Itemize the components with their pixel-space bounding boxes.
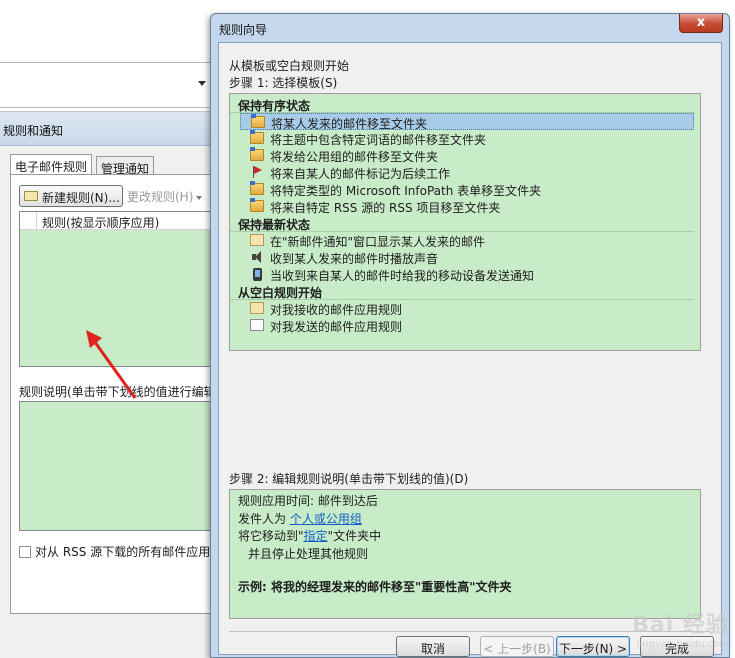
template-item-label: 当收到来自某人的邮件时给我的移动设备发送通知 — [270, 269, 535, 283]
background-dropdown[interactable] — [0, 62, 210, 108]
background-window-top — [0, 0, 215, 112]
desc-text: 发件人为 — [238, 511, 290, 526]
flag-icon — [250, 166, 264, 178]
watermark-text: Bai 经验 — [632, 613, 729, 638]
desc-text: 将它移动到" — [238, 529, 304, 543]
folder-move-icon — [250, 130, 264, 144]
template-item-play-sound[interactable]: 收到某人发来的邮件时播放声音 — [230, 249, 700, 266]
mail-icon — [250, 302, 264, 314]
cancel-button[interactable]: 取消 — [396, 636, 470, 657]
tab-manage-alerts[interactable]: 管理通知 — [96, 156, 155, 176]
template-item-label: 收到某人发来的邮件时播放声音 — [270, 252, 439, 266]
template-item-move-public-group[interactable]: 将发给公用组的邮件移至文件夹 — [230, 147, 700, 164]
template-item-move-subject-words[interactable]: 将主题中包含特定词语的邮件移至文件夹 — [230, 130, 700, 147]
folder-move-icon — [251, 114, 265, 128]
desc-text: "文件夹中 — [327, 529, 382, 543]
template-item-blank-received[interactable]: 对我接收的邮件应用规则 — [230, 300, 700, 317]
template-item-label: 将来自某人的邮件标记为后续工作 — [270, 167, 451, 181]
desc-line-move: 将它移动到"指定"文件夹中 — [238, 528, 700, 546]
speaker-icon — [250, 251, 264, 263]
close-icon: x — [696, 15, 706, 30]
back-button[interactable]: < 上一步(B) — [480, 636, 554, 657]
rules-column-header[interactable]: 规则(按显示顺序应用) — [20, 212, 216, 230]
template-item-mobile-notify[interactable]: 当收到来自某人的邮件时给我的移动设备发送通知 — [230, 266, 700, 283]
new-rule-label: 新建规则(N)... — [42, 191, 120, 205]
template-item-label: 将来自特定 RSS 源的 RSS 项目移至文件夹 — [270, 201, 501, 215]
desc-example: 示例: 将我的经理发来的邮件移至"重要性高"文件夹 — [238, 580, 512, 594]
mobile-phone-icon — [253, 268, 262, 281]
rule-description-panel: 规则应用时间: 邮件到达后 发件人为 个人或公用组 将它移动到"指定"文件夹中 … — [229, 489, 701, 619]
rss-apply-label: 对从 RSS 源下载的所有邮件应用 — [35, 545, 211, 559]
chevron-down-icon — [196, 195, 203, 200]
template-item-move-from-sender[interactable]: 将某人发来的邮件移至文件夹 — [240, 113, 694, 131]
step1-label: 步骤 1: 选择模板(S) — [229, 76, 338, 90]
template-list[interactable]: 保持有序状态 将某人发来的邮件移至文件夹 将主题中包含特定词语的邮件移至文件夹 … — [229, 93, 701, 351]
new-rule-button[interactable]: 新建规则(N)... — [19, 185, 123, 207]
template-item-label: 将某人发来的邮件移至文件夹 — [271, 117, 428, 131]
rule-description-box — [19, 401, 216, 531]
envelope-icon — [250, 319, 264, 331]
template-item-label: 将发给公用组的邮件移至文件夹 — [270, 150, 439, 164]
template-item-move-infopath[interactable]: 将特定类型的 Microsoft InfoPath 表单移至文件夹 — [230, 181, 700, 198]
baidu-watermark: Bai 经验 jingyan.baidu.com — [632, 607, 729, 650]
folder-move-icon — [250, 181, 264, 195]
mail-alert-icon — [250, 234, 264, 246]
template-item-blank-sent[interactable]: 对我发送的邮件应用规则 — [230, 317, 700, 334]
desc-line-when: 规则应用时间: 邮件到达后 — [238, 494, 378, 508]
tab-email-rules[interactable]: 电子邮件规则 — [10, 154, 93, 175]
template-item-new-mail-alert[interactable]: 在"新邮件通知"窗口显示某人发来的邮件 — [230, 232, 700, 249]
specified-folder-link[interactable]: 指定 — [304, 529, 328, 543]
change-rule-button[interactable]: 更改规则(H) — [127, 188, 203, 205]
change-rule-label: 更改规则(H) — [127, 190, 194, 204]
close-button[interactable]: x — [679, 14, 723, 33]
wizard-intro: 从模板或空白规则开始 — [229, 59, 350, 73]
wizard-client-area: 从模板或空白规则开始 步骤 1: 选择模板(S) 保持有序状态 将某人发来的邮件… — [218, 42, 722, 657]
template-group-header: 保持有序状态 — [230, 96, 694, 113]
template-item-flag-follow-up[interactable]: 将来自某人的邮件标记为后续工作 — [230, 164, 700, 181]
desc-line-sender: 发件人为 个人或公用组 — [238, 511, 700, 529]
rss-apply-checkbox[interactable] — [19, 546, 31, 558]
template-item-label: 将主题中包含特定词语的邮件移至文件夹 — [270, 133, 487, 147]
step2-label: 步骤 2: 编辑规则说明(单击带下划线的值)(D) — [229, 472, 469, 486]
folder-move-icon — [250, 198, 264, 212]
new-rule-icon — [24, 191, 38, 201]
people-or-group-link[interactable]: 个人或公用组 — [290, 512, 362, 526]
template-item-label: 对我接收的邮件应用规则 — [270, 303, 403, 317]
template-item-move-rss[interactable]: 将来自特定 RSS 源的 RSS 项目移至文件夹 — [230, 198, 700, 215]
folder-move-icon — [250, 147, 264, 161]
next-button[interactable]: 下一步(N) > — [556, 636, 630, 657]
template-group-header: 保持最新状态 — [230, 215, 694, 232]
desc-line-stop: 并且停止处理其他规则 — [248, 546, 369, 561]
rules-and-alerts-window: 规则和通知 电子邮件规则 管理通知 新建规则(N)... 更改规则(H) 规则(… — [0, 112, 216, 658]
watermark-subtext: jingyan.baidu.com — [636, 639, 729, 650]
template-item-label: 在"新邮件通知"窗口显示某人发来的邮件 — [270, 235, 486, 249]
wizard-title: 规则向导 — [219, 23, 268, 37]
template-item-label: 对我发送的邮件应用规则 — [270, 320, 403, 334]
red-arrow-annotation-icon — [86, 330, 137, 399]
rules-wizard-dialog: 规则向导 x 从模板或空白规则开始 步骤 1: 选择模板(S) 保持有序状态 将… — [210, 13, 730, 658]
rss-apply-row[interactable]: 对从 RSS 源下载的所有邮件应用 — [19, 543, 216, 560]
chevron-down-icon — [198, 81, 206, 86]
template-group-header: 从空白规则开始 — [230, 283, 694, 300]
rules-window-title: 规则和通知 — [0, 112, 215, 146]
template-item-label: 将特定类型的 Microsoft InfoPath 表单移至文件夹 — [270, 184, 542, 198]
